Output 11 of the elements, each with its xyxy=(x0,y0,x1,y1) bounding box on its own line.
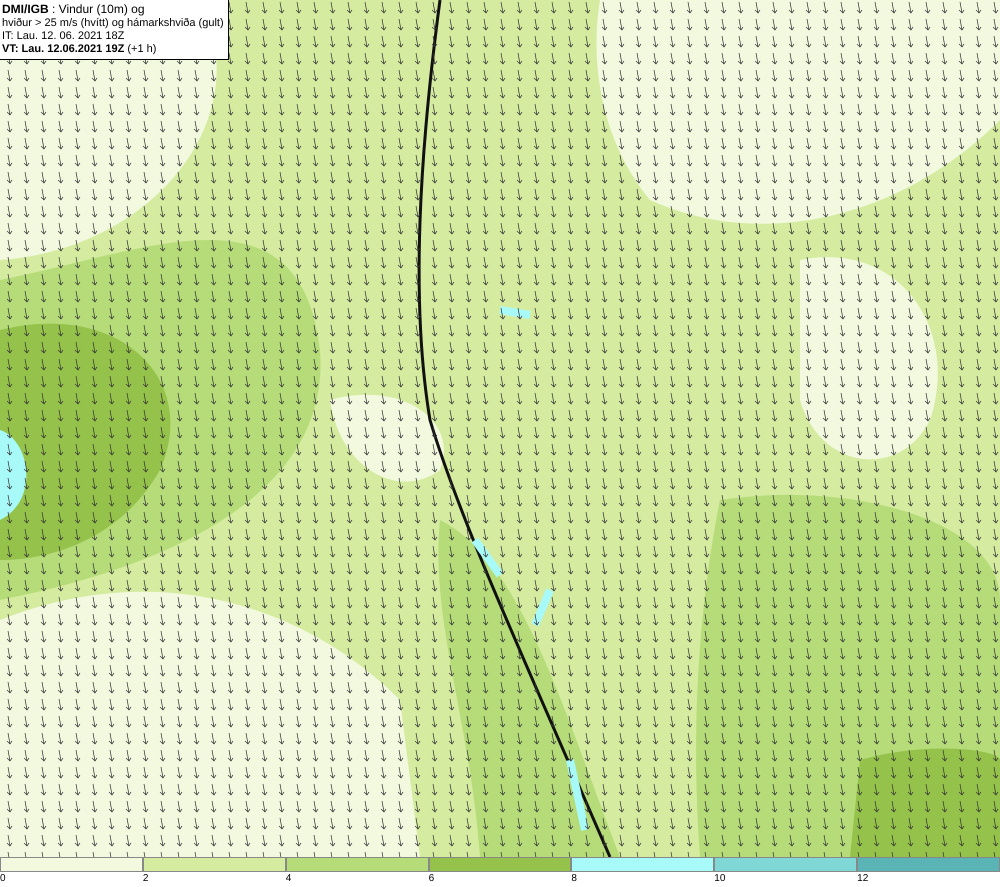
title-line: DMI/IGB : Vindur (10m) og xyxy=(2,2,146,17)
legend-label: 6 xyxy=(428,872,434,886)
legend-label: 10 xyxy=(714,872,726,886)
legend-label: 4 xyxy=(286,872,292,886)
title-line: VT: Lau. 12.06.2021 19Z (+1 h) xyxy=(2,43,158,56)
title-line: IT: Lau. 12. 06. 2021 18Z xyxy=(2,30,126,43)
legend-label: 2 xyxy=(142,872,148,886)
title-line: hviður > 25 m/s (hvítt) og hámarkshviða (gult) xyxy=(2,17,224,30)
legend-label: 12 xyxy=(857,872,868,886)
legend-label: 0 xyxy=(0,872,6,886)
legend-label: 8 xyxy=(571,872,577,886)
